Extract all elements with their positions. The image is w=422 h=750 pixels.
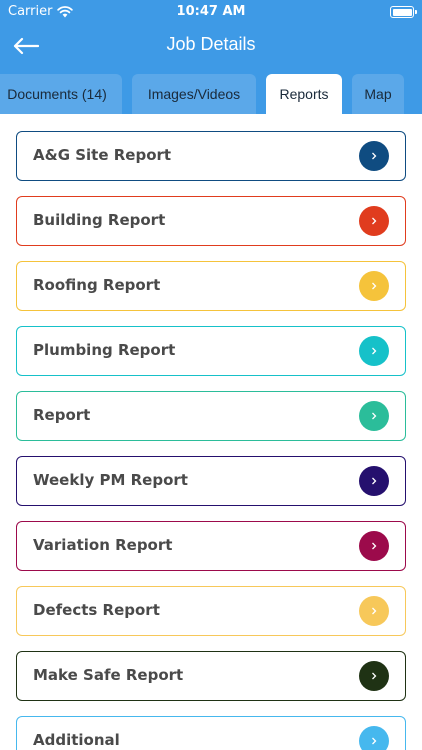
report-row-weekly-pm[interactable]: Weekly PM Report	[16, 456, 406, 506]
tab-map[interactable]: Map	[352, 74, 404, 114]
tab-reports[interactable]: Reports	[266, 74, 342, 114]
tab-label: Documents (14)	[7, 86, 107, 102]
page-title: Job Details	[166, 34, 256, 54]
tab-label: Reports	[279, 86, 329, 102]
report-row-variation[interactable]: Variation Report	[16, 521, 406, 571]
tab-label: Map	[364, 86, 392, 102]
navigation-bar: Job Details	[0, 24, 422, 68]
status-time: 10:47 AM	[176, 4, 246, 19]
chevron-right-icon	[359, 401, 389, 431]
chevron-right-icon	[359, 141, 389, 171]
chevron-right-icon	[359, 661, 389, 691]
report-row-building[interactable]: Building Report	[16, 196, 406, 246]
report-label: Additional	[33, 731, 120, 749]
report-label: Variation Report	[33, 536, 173, 554]
chevron-right-icon	[359, 206, 389, 236]
report-row-report[interactable]: Report	[16, 391, 406, 441]
chevron-right-icon	[359, 531, 389, 561]
chevron-right-icon	[359, 466, 389, 496]
report-label: Report	[33, 406, 91, 424]
chevron-right-icon	[359, 726, 389, 750]
report-label: Defects Report	[33, 601, 160, 619]
chevron-right-icon	[359, 596, 389, 626]
report-row-roofing[interactable]: Roofing Report	[16, 261, 406, 311]
report-row-ag-site[interactable]: A&G Site Report	[16, 131, 406, 181]
status-bar: Carrier 10:47 AM	[0, 0, 422, 24]
report-row-defects[interactable]: Defects Report	[16, 586, 406, 636]
report-label: A&G Site Report	[33, 146, 172, 164]
report-row-make-safe[interactable]: Make Safe Report	[16, 651, 406, 701]
tab-label: Images/Videos	[147, 86, 241, 102]
tab-images-videos[interactable]: Images/Videos	[132, 74, 256, 114]
tab-documents[interactable]: Documents (14)	[0, 74, 122, 114]
battery-icon	[390, 6, 417, 18]
chevron-right-icon	[359, 271, 389, 301]
report-row-additional[interactable]: Additional	[16, 716, 406, 750]
report-label: Roofing Report	[33, 276, 161, 294]
report-label: Building Report	[33, 211, 166, 229]
report-label: Plumbing Report	[33, 341, 176, 359]
app-header: Carrier 10:47 AM Job Details Documents (…	[0, 0, 422, 114]
chevron-right-icon	[359, 336, 389, 366]
report-row-plumbing[interactable]: Plumbing Report	[16, 326, 406, 376]
report-label: Weekly PM Report	[33, 471, 188, 489]
tab-bar: Documents (14) Images/Videos Reports Map	[0, 74, 422, 114]
report-label: Make Safe Report	[33, 666, 184, 684]
